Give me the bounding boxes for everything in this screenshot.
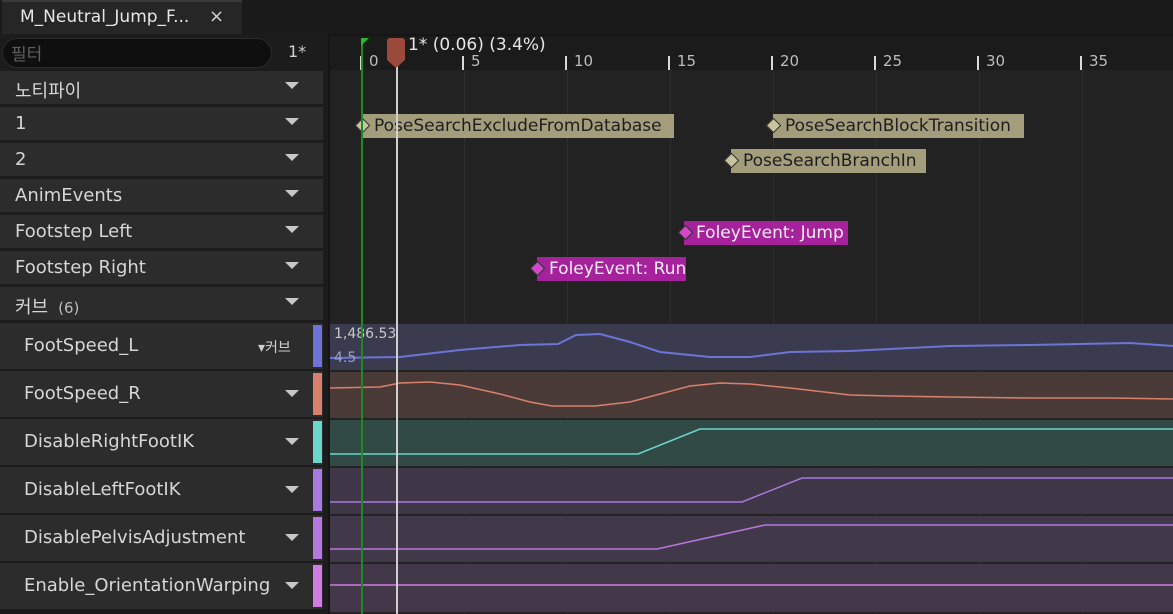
curve-color-swatch[interactable]: [313, 373, 322, 415]
filter-box[interactable]: [2, 38, 272, 68]
frame-count: 1*: [288, 42, 307, 61]
ruler-tick: [874, 56, 876, 70]
notify-track-area[interactable]: [330, 70, 1173, 322]
curve-row-enable-orientation-warping[interactable]: Enable_OrientationWarping: [0, 563, 323, 609]
track-notifies[interactable]: 노티파이: [0, 71, 323, 104]
chevron-down-icon[interactable]: [285, 190, 299, 197]
notify-label: PoseSearchBranchIn: [743, 151, 917, 171]
curve-band: [330, 420, 1173, 466]
track-2[interactable]: 2: [0, 143, 323, 176]
ruler-tick: [1080, 56, 1082, 70]
chevron-down-icon[interactable]: [285, 486, 299, 493]
track-1[interactable]: 1: [0, 107, 323, 140]
chevron-down-icon[interactable]: [285, 154, 299, 161]
chevron-down-icon[interactable]: [285, 582, 299, 589]
notify-foley-run[interactable]: FoleyEvent: Run: [537, 257, 686, 281]
ruler-tick-label: 0: [369, 52, 379, 70]
playhead-tip-icon[interactable]: [387, 60, 405, 68]
notify-label: FoleyEvent: Jump: [696, 223, 844, 243]
curve-count: (6): [58, 299, 80, 317]
playhead-handle[interactable]: [387, 38, 405, 60]
curve-row-footspeed-r[interactable]: FootSpeed_R: [0, 371, 323, 417]
ruler-tick: [565, 56, 567, 70]
curve-color-swatch[interactable]: [313, 421, 322, 463]
ruler-tick: [771, 56, 773, 70]
track-label: 2: [15, 149, 27, 170]
curve-row-disable-left-foot-ik[interactable]: DisableLeftFootIK: [0, 467, 323, 513]
notify-pose-search-block-transition[interactable]: PoseSearchBlockTransition: [773, 114, 1024, 138]
close-icon[interactable]: ×: [209, 6, 224, 27]
track-curves[interactable]: 커브 (6): [0, 287, 323, 320]
ruler-tick-label: 20: [780, 52, 800, 70]
track-label: AnimEvents: [15, 185, 123, 206]
curve-band: [330, 516, 1173, 562]
chevron-down-icon[interactable]: [285, 118, 299, 125]
curve-label: Enable_OrientationWarping: [24, 575, 271, 596]
start-flag-icon: [361, 38, 369, 46]
curve-color-swatch[interactable]: [313, 517, 322, 559]
curves-label: 커브: [15, 297, 49, 318]
asset-tab[interactable]: M_Neutral_Jump_F... ×: [2, 0, 242, 34]
curve-label: FootSpeed_L: [24, 335, 139, 356]
notify-label: PoseSearchExcludeFromDatabase: [374, 116, 662, 136]
curve-label: DisablePelvisAdjustment: [24, 527, 246, 548]
track-footstep-left[interactable]: Footstep Left: [0, 215, 323, 248]
curve-min-value: 4.5: [334, 350, 357, 366]
track-label: 1: [15, 113, 27, 134]
track-label: Footstep Left: [15, 221, 133, 242]
curve-row-footspeed-l[interactable]: FootSpeed_L ▾커브: [0, 323, 323, 369]
ruler-tick: [668, 56, 670, 70]
notify-label: FoleyEvent: Run: [549, 259, 686, 279]
chevron-down-icon[interactable]: [285, 534, 299, 541]
ruler-tick: [462, 56, 464, 70]
ruler-tick-label: 25: [883, 52, 903, 70]
curve-max-value: 1,486.53: [334, 326, 397, 342]
curve-band: [330, 564, 1173, 612]
ruler-tick: [977, 56, 979, 70]
chevron-down-icon[interactable]: [285, 262, 299, 269]
chevron-down-icon[interactable]: [285, 438, 299, 445]
curve-label: FootSpeed_R: [24, 383, 141, 404]
notify-label: PoseSearchBlockTransition: [785, 116, 1011, 136]
curve-band: [330, 468, 1173, 514]
ruler-tick-label: 15: [677, 52, 697, 70]
track-anim-events[interactable]: AnimEvents: [0, 179, 323, 212]
notify-foley-jump[interactable]: FoleyEvent: Jump: [684, 221, 848, 245]
curve-band: [330, 324, 1173, 370]
ruler-tick-label: 10: [574, 52, 594, 70]
chevron-down-icon[interactable]: [285, 226, 299, 233]
track-footstep-right[interactable]: Footstep Right: [0, 251, 323, 284]
curve-menu-button[interactable]: ▾커브: [258, 337, 291, 357]
playhead-readout: 1* (0.06) (3.4%): [408, 35, 546, 55]
ruler-tick-label: 30: [986, 52, 1006, 70]
chevron-down-icon[interactable]: [285, 390, 299, 397]
track-label: Footstep Right: [15, 257, 146, 278]
notify-pose-search-exclude[interactable]: PoseSearchExcludeFromDatabase: [362, 114, 674, 138]
curve-color-swatch[interactable]: [313, 469, 322, 511]
curve-label: DisableRightFootIK: [24, 431, 195, 452]
curve-color-swatch[interactable]: [313, 325, 322, 367]
curve-row-disable-right-foot-ik[interactable]: DisableRightFootIK: [0, 419, 323, 465]
playhead-line: [396, 58, 398, 614]
notify-pose-search-branch-in[interactable]: PoseSearchBranchIn: [731, 149, 926, 173]
start-marker-line: [361, 40, 363, 614]
track-label: 커브 (6): [15, 293, 79, 319]
curve-graph[interactable]: [330, 322, 1173, 614]
curve-band: [330, 372, 1173, 418]
track-label: 노티파이: [15, 81, 82, 102]
chevron-down-icon[interactable]: [285, 298, 299, 305]
ruler-tick-label: 35: [1089, 52, 1109, 70]
chevron-down-icon[interactable]: [285, 82, 299, 89]
curve-color-swatch[interactable]: [313, 565, 322, 607]
tab-title: M_Neutral_Jump_F...: [20, 7, 190, 27]
filter-input[interactable]: [9, 43, 263, 67]
curve-label: DisableLeftFootIK: [24, 479, 181, 500]
curve-row-disable-pelvis-adjustment[interactable]: DisablePelvisAdjustment: [0, 515, 323, 561]
